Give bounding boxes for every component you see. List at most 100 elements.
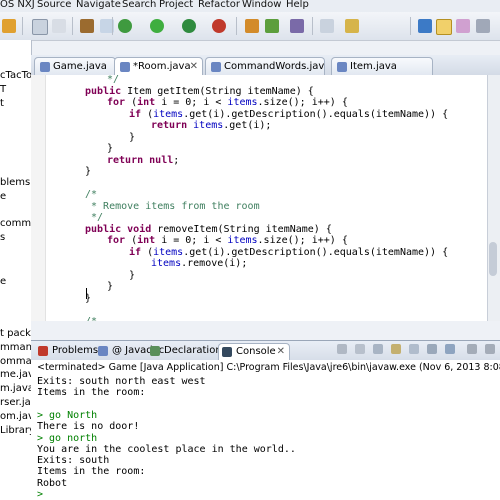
stop-console-icon[interactable]	[337, 344, 347, 354]
code-token: .size(); i++) {	[257, 97, 348, 108]
tab-javadoc[interactable]: @ Javadoc	[95, 343, 164, 359]
menu-navigate[interactable]: Navigate	[76, 0, 121, 10]
code-token: for	[107, 235, 126, 246]
open-console-icon[interactable]	[445, 344, 455, 354]
code-line: */	[107, 75, 119, 85]
tree-item[interactable]: e	[0, 191, 6, 202]
menu-window[interactable]: Window	[242, 0, 281, 10]
new-package-icon[interactable]	[245, 19, 259, 33]
tree-item[interactable]: blems	[0, 177, 30, 188]
java-file-icon	[211, 62, 221, 72]
code-token: (	[141, 108, 154, 120]
tree-item[interactable]: rser.java	[0, 397, 31, 408]
run-icon[interactable]	[150, 19, 164, 33]
tree-item[interactable]: m.java	[0, 383, 31, 394]
declaration-icon	[150, 346, 160, 356]
scroll-lock-icon[interactable]	[391, 344, 401, 354]
menu-partial-title[interactable]: OS NXJ	[0, 0, 35, 10]
search-icon[interactable]	[320, 19, 334, 33]
pin-icon[interactable]	[418, 19, 432, 33]
menu-source[interactable]: Source	[37, 0, 71, 10]
console-line: >	[37, 489, 44, 500]
tree-item[interactable]: t packa	[0, 328, 31, 339]
javadoc-icon	[98, 346, 108, 356]
tree-item[interactable]: e	[0, 276, 6, 287]
save-icon[interactable]	[32, 19, 48, 35]
tools-icon[interactable]	[80, 19, 94, 33]
print-icon[interactable]	[52, 19, 66, 33]
java-file-icon	[120, 62, 130, 72]
code-line: public void removeItem(String itemName) …	[85, 224, 332, 235]
tree-item[interactable]: om.java	[0, 411, 31, 422]
code-token: items	[227, 97, 258, 108]
close-icon[interactable]: ✕	[190, 58, 198, 75]
debug-icon[interactable]	[118, 19, 132, 33]
remove-launch-icon[interactable]	[355, 344, 365, 354]
tab-console[interactable]: Console ✕	[218, 343, 290, 360]
code-token: * Remove items from the room	[85, 200, 260, 212]
code-token: }	[129, 131, 136, 143]
highlight-icon[interactable]	[456, 19, 470, 33]
code-token: items	[151, 258, 182, 269]
text-caret	[86, 288, 87, 299]
clear-console-icon[interactable]	[373, 344, 383, 354]
code-line: return items.get(i);	[151, 120, 271, 131]
code-token: Item getItem(String itemName) {	[121, 85, 314, 97]
code-line: for (int i = 0; i < items.size(); i++) {	[107, 97, 348, 108]
code-token: /*	[85, 189, 98, 200]
code-token: if	[129, 246, 142, 258]
tab-commandwords-java[interactable]: CommandWords.java	[205, 57, 325, 75]
tab-problems[interactable]: Problems	[35, 343, 98, 359]
code-line: if (items.get(i).getDescription().equals…	[129, 109, 448, 120]
code-token: .size(); i++) {	[257, 235, 348, 246]
pin-console-icon[interactable]	[409, 344, 419, 354]
code-token: for	[107, 97, 126, 108]
toolbar	[0, 12, 500, 41]
tree-item[interactable]: command	[0, 218, 31, 229]
tree-item[interactable]: ommand	[0, 356, 31, 367]
tree-item[interactable]: t	[0, 98, 4, 109]
menu-refactor[interactable]: Refactor	[198, 0, 240, 10]
tab-game-java[interactable]: Game.java	[34, 57, 116, 75]
code-token: items	[193, 120, 224, 131]
minimize-icon[interactable]	[467, 344, 477, 354]
console-line: There is no door!	[37, 421, 140, 433]
new-icon[interactable]	[2, 19, 16, 33]
maximize-icon[interactable]	[485, 344, 495, 354]
tree-item[interactable]: s	[0, 232, 5, 243]
package-explorer: cTacTo T t blems e command s e t packa m…	[0, 40, 32, 500]
bottom-tab-bar: Problems @ Javadoc Declaration Console ✕	[31, 340, 500, 362]
open-type-icon[interactable]	[290, 19, 304, 33]
tree-item[interactable]: me.java	[0, 369, 31, 380]
next-annotation-icon[interactable]	[476, 19, 490, 33]
editor-scrollbar[interactable]	[487, 75, 500, 321]
console-output[interactable]: <terminated> Game [Java Application] C:\…	[31, 360, 500, 500]
menu-project[interactable]: Project	[159, 0, 193, 10]
coverage-icon[interactable]	[182, 19, 196, 33]
menu-help[interactable]: Help	[286, 0, 309, 10]
tree-item[interactable]: T	[0, 84, 6, 95]
menu-search[interactable]: Search	[122, 0, 156, 10]
code-line: items.remove(i);	[151, 258, 247, 269]
tab-declaration[interactable]: Declaration	[147, 343, 222, 359]
java-file-icon	[40, 62, 50, 72]
code-line: }	[107, 281, 113, 292]
code-token: null	[149, 154, 174, 166]
tab-room-java[interactable]: *Room.java ✕	[114, 57, 203, 76]
display-console-icon[interactable]	[427, 344, 437, 354]
console-line: Robot	[37, 477, 68, 489]
editor-scroll-thumb[interactable]	[489, 242, 497, 276]
code-line: return null;	[107, 155, 179, 166]
stop-icon[interactable]	[212, 19, 226, 33]
code-editor[interactable]: */public Item getItem(String itemName) {…	[31, 75, 487, 321]
tree-item[interactable]: mmand	[0, 342, 31, 353]
mark-occurrences-icon[interactable]	[436, 19, 452, 35]
tree-item[interactable]: cTacTo	[0, 70, 31, 81]
tab-item-java[interactable]: Item.java	[331, 57, 433, 75]
tree-item[interactable]: Library	[0, 425, 31, 436]
code-token: .remove(i);	[181, 258, 248, 269]
editor-ruler	[31, 75, 46, 321]
close-icon[interactable]: ✕	[277, 344, 285, 360]
annotation-icon[interactable]	[345, 19, 359, 33]
new-class-icon[interactable]	[265, 19, 279, 33]
